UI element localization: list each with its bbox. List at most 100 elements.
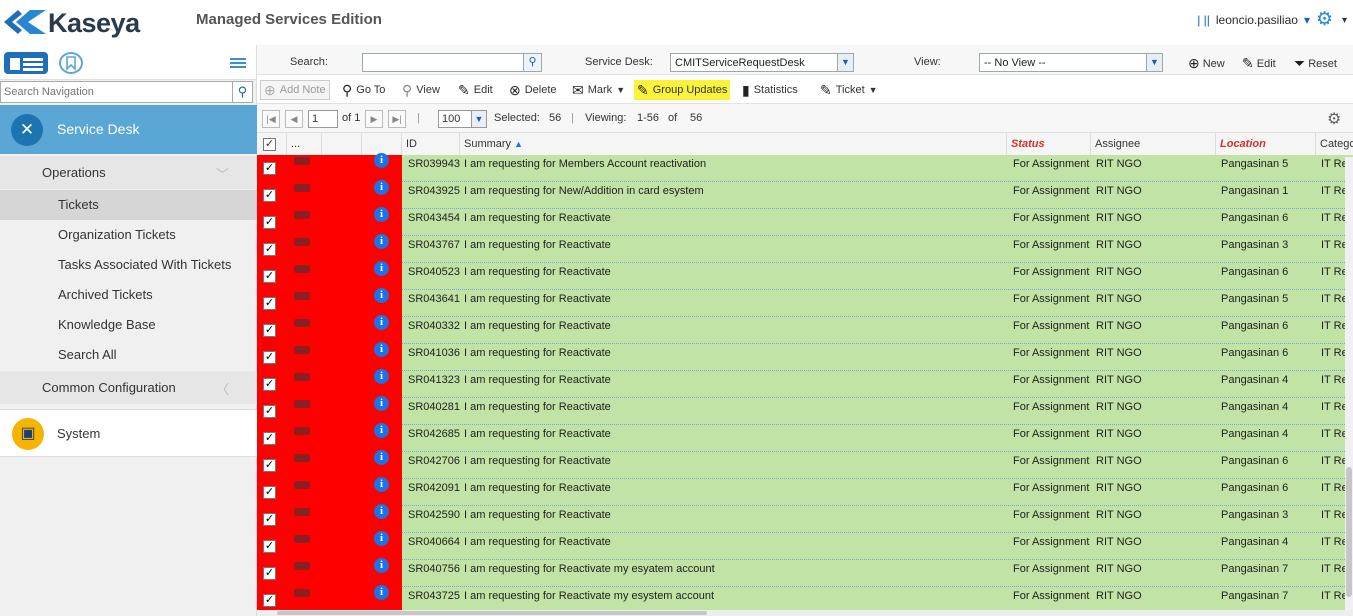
bookmark-icon[interactable]: [59, 52, 83, 74]
reset-view-button[interactable]: ⏷ Reset: [1294, 55, 1337, 72]
info-icon[interactable]: i: [374, 423, 389, 438]
info-icon[interactable]: i: [374, 369, 389, 384]
go-to-button[interactable]: ⚲ Go To: [339, 80, 388, 100]
module-system[interactable]: ▣ System: [0, 409, 257, 457]
ticket-id[interactable]: SR043454: [408, 212, 463, 224]
info-icon[interactable]: i: [374, 477, 389, 492]
hamburger-menu-icon[interactable]: [228, 52, 248, 74]
search-input[interactable]: ⚲: [362, 53, 542, 72]
ticket-id[interactable]: SR043925: [408, 185, 463, 197]
row-checkbox[interactable]: ✓: [263, 513, 276, 526]
row-checkbox[interactable]: ✓: [263, 405, 276, 418]
info-icon[interactable]: i: [374, 180, 389, 195]
row-checkbox[interactable]: ✓: [263, 594, 276, 607]
module-service-desk[interactable]: ✕ Service Desk: [0, 105, 257, 154]
new-view-button[interactable]: ⊕ New: [1188, 55, 1225, 72]
horizontal-scrollbar[interactable]: [257, 610, 1353, 616]
ticket-id[interactable]: SR042091: [408, 482, 463, 494]
edit-view-button[interactable]: ✎ Edit: [1242, 55, 1276, 72]
ticket-id[interactable]: SR040664: [408, 536, 463, 548]
last-page-button[interactable]: ▶|: [388, 110, 406, 128]
service-desk-select[interactable]: CMITServiceRequestDesk ▼: [670, 53, 854, 72]
table-row[interactable]: ✓ i SR043641 I am requesting for Reactivate…: [257, 288, 1353, 317]
info-icon[interactable]: i: [374, 315, 389, 330]
row-checkbox[interactable]: ✓: [263, 324, 276, 337]
row-checkbox[interactable]: ✓: [263, 162, 276, 175]
info-icon[interactable]: i: [374, 585, 389, 600]
ticket-id[interactable]: SR042706: [408, 455, 463, 467]
row-checkbox[interactable]: ✓: [263, 459, 276, 472]
first-page-button[interactable]: |◀: [262, 110, 280, 128]
nav-group-operations[interactable]: Operations ﹀: [0, 156, 257, 189]
table-row[interactable]: ✓ i SR043767 I am requesting for Reactivate…: [257, 234, 1353, 263]
row-checkbox[interactable]: ✓: [263, 270, 276, 283]
ticket-id[interactable]: SR043767: [408, 239, 463, 251]
column-header-dots[interactable]: ...: [287, 133, 322, 157]
edit-ticket-button[interactable]: ✎ Edit: [455, 80, 496, 100]
row-checkbox[interactable]: ✓: [263, 378, 276, 391]
ticket-id[interactable]: SR041036: [408, 347, 463, 359]
row-checkbox[interactable]: ✓: [263, 243, 276, 256]
username[interactable]: leoncio.pasiliao: [1216, 13, 1298, 27]
table-row[interactable]: ✓ i SR040332 I am requesting for Reactivate…: [257, 315, 1353, 344]
info-icon[interactable]: i: [374, 396, 389, 411]
table-row[interactable]: ✓ i SR040281 I am requesting for Reactivate…: [257, 396, 1353, 425]
table-row[interactable]: ✓ i SR043925 I am requesting for New/Additi…: [257, 180, 1353, 209]
user-menu[interactable]: | || leoncio.pasiliao ▾ ⚙ ▾: [1197, 10, 1347, 30]
group-updates-button[interactable]: ✎ Group Updates: [634, 80, 731, 100]
table-row[interactable]: ✓ i SR040664 I am requesting for Reactivate…: [257, 531, 1353, 560]
info-icon[interactable]: i: [374, 558, 389, 573]
ticket-id[interactable]: SR042590: [408, 509, 463, 521]
view-button[interactable]: ⚲ View: [399, 80, 443, 100]
list-view-icon[interactable]: [4, 52, 48, 74]
column-header-status[interactable]: Status: [1007, 133, 1091, 157]
info-icon[interactable]: i: [374, 531, 389, 546]
row-checkbox[interactable]: ✓: [263, 351, 276, 364]
table-row[interactable]: ✓ i SR042685 I am requesting for Reactivate…: [257, 423, 1353, 452]
scrollbar-thumb[interactable]: [1346, 467, 1352, 597]
info-icon[interactable]: i: [374, 342, 389, 357]
info-icon[interactable]: i: [374, 450, 389, 465]
info-icon[interactable]: i: [374, 153, 389, 168]
sidebar-item-search-all[interactable]: Search All: [0, 340, 257, 370]
navigation-search-input[interactable]: [1, 82, 231, 102]
column-header-category[interactable]: Catego: [1316, 133, 1353, 157]
page-number-input[interactable]: 1: [308, 110, 338, 128]
info-icon[interactable]: i: [374, 207, 389, 222]
ticket-id[interactable]: SR043725: [408, 590, 463, 602]
row-checkbox[interactable]: ✓: [263, 189, 276, 202]
delete-button[interactable]: ⊗ Delete: [506, 80, 560, 100]
nav-group-common-configuration[interactable]: Common Configuration 〈: [0, 371, 257, 404]
table-row[interactable]: ✓ i SR041323 I am requesting for Reactivate…: [257, 369, 1353, 398]
sidebar-item-organization-tickets[interactable]: Organization Tickets: [0, 220, 257, 250]
row-checkbox[interactable]: ✓: [263, 486, 276, 499]
table-row[interactable]: ✓ i SR042706 I am requesting for Reactivate…: [257, 450, 1353, 479]
view-select[interactable]: -- No View -- ▼: [979, 53, 1163, 72]
search-icon[interactable]: ⚲: [232, 82, 252, 102]
table-row[interactable]: ✓ i SR039943 I am requesting for Members Ac…: [257, 153, 1353, 182]
table-row[interactable]: ✓ i SR040756 I am requesting for Reactivate…: [257, 558, 1353, 587]
sidebar-item-knowledge-base[interactable]: Knowledge Base: [0, 310, 257, 340]
ticket-id[interactable]: SR040523: [408, 266, 463, 278]
ticket-id[interactable]: SR040756: [408, 563, 463, 575]
statistics-button[interactable]: ▮ Statistics: [739, 80, 801, 100]
add-note-button[interactable]: ⊕ Add Note: [260, 80, 330, 100]
table-row[interactable]: ✓ i SR041036 I am requesting for Reactivate…: [257, 342, 1353, 371]
gear-icon[interactable]: ⚙: [1316, 10, 1336, 30]
search-icon[interactable]: ⚲: [523, 54, 541, 71]
scrollbar-thumb[interactable]: [277, 611, 707, 615]
info-icon[interactable]: i: [374, 261, 389, 276]
info-icon[interactable]: i: [374, 504, 389, 519]
sidebar-item-tickets[interactable]: Tickets: [0, 190, 257, 220]
info-icon[interactable]: i: [374, 288, 389, 303]
mark-button[interactable]: ✉ Mark ▼: [569, 80, 628, 100]
row-checkbox[interactable]: ✓: [263, 216, 276, 229]
vertical-scrollbar[interactable]: [1345, 157, 1353, 610]
sidebar-item-tasks-associated[interactable]: Tasks Associated With Tickets: [0, 250, 257, 280]
table-row[interactable]: ✓ i SR042091 I am requesting for Reactivate…: [257, 477, 1353, 506]
column-header-summary[interactable]: Summary ▲: [460, 133, 1007, 157]
ticket-menu-button[interactable]: ✎ Ticket ▼: [817, 80, 881, 100]
row-checkbox[interactable]: ✓: [263, 297, 276, 310]
table-row[interactable]: ✓ i SR042590 I am requesting for Reactivate…: [257, 504, 1353, 533]
grid-settings-gear-icon[interactable]: ⚙: [1327, 109, 1341, 129]
